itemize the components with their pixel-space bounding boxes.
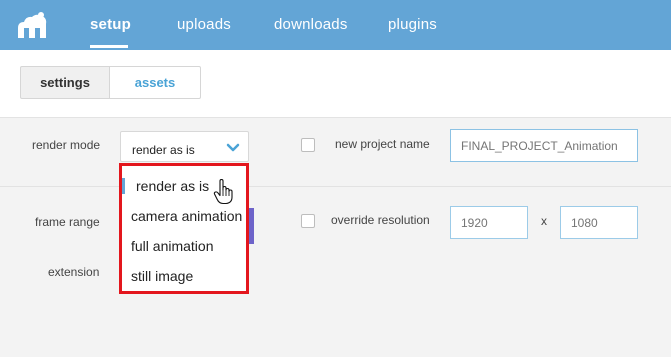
selected-option-indicator (122, 178, 125, 194)
render-mode-value: render as is (132, 143, 195, 157)
override-resolution-label: override resolution (331, 213, 430, 227)
active-nav-indicator (90, 45, 128, 48)
new-project-name-checkbox[interactable] (301, 138, 315, 152)
dropdown-option-still-image[interactable]: still image (131, 268, 193, 284)
nav-setup[interactable]: setup (90, 16, 131, 33)
tab-assets[interactable]: assets (109, 66, 201, 99)
resolution-width-input[interactable] (450, 206, 528, 239)
resolution-height-input[interactable] (560, 206, 638, 239)
nav-downloads[interactable]: downloads (274, 16, 348, 33)
row-divider (0, 186, 671, 187)
frame-range-label: frame range (35, 215, 100, 229)
resolution-times-symbol: x (541, 214, 547, 228)
tabs-strip: settings assets (0, 50, 671, 117)
dropdown-option-full-animation[interactable]: full animation (131, 238, 214, 254)
hand-pointer-icon (213, 179, 233, 205)
top-nav-bar: setup uploads downloads plugins (0, 0, 671, 50)
override-resolution-checkbox[interactable] (301, 214, 315, 228)
dropdown-option-camera-animation[interactable]: camera animation (131, 208, 242, 224)
chevron-down-icon[interactable] (226, 143, 240, 153)
nav-plugins[interactable]: plugins (388, 16, 437, 33)
render-mode-label: render mode (32, 138, 101, 152)
frame-range-field-edge (249, 208, 254, 244)
new-project-name-label: new project name (335, 137, 430, 151)
extension-label: extension (48, 265, 100, 279)
tab-settings[interactable]: settings (20, 66, 110, 99)
dropdown-option-render-as-is[interactable]: render as is (136, 178, 209, 194)
cloud-logo-icon[interactable] (14, 8, 50, 40)
nav-uploads[interactable]: uploads (177, 16, 231, 33)
new-project-name-input[interactable] (450, 129, 638, 162)
